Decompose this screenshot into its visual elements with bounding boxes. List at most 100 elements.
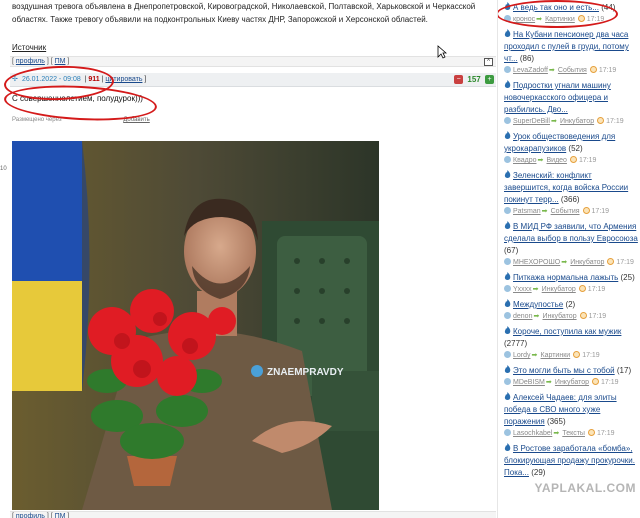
- news-title[interactable]: На Кубани пенсионер два часа проходил с …: [504, 29, 638, 65]
- news-title[interactable]: Зеленский: конфликт завершится, когда во…: [504, 170, 638, 206]
- news-title[interactable]: Алексей Чадаев: для элиты победа в СВО м…: [504, 392, 638, 428]
- news-time: 17:19: [601, 379, 619, 386]
- news-user[interactable]: Yxxxx: [513, 286, 532, 293]
- news-user[interactable]: Lordy: [513, 352, 531, 359]
- fire-icon: [504, 326, 511, 334]
- minus-icon[interactable]: −: [454, 75, 464, 85]
- news-category[interactable]: События: [558, 67, 587, 74]
- arrow-right-icon: ➡: [561, 259, 568, 266]
- site-watermark: YAPLAKAL.COM: [534, 481, 636, 495]
- news-title-text[interactable]: Это могли быть мы с тобой: [513, 366, 615, 375]
- news-time: 17:19: [591, 208, 610, 215]
- news-user[interactable]: LevaZadoff: [513, 67, 548, 74]
- news-count: (17): [616, 366, 632, 375]
- news-user[interactable]: Квадро: [513, 157, 536, 164]
- news-title-text[interactable]: Междупостье: [513, 300, 563, 309]
- news-meta: МНЕХОРОШО➡ Инкубатор 17:19: [504, 257, 638, 268]
- meta-prefix: Размещено через: [12, 117, 62, 123]
- news-title[interactable]: Подростки угнали машину новочеркасского …: [504, 80, 638, 116]
- news-title[interactable]: В МИД РФ заявили, что Армения сделала вы…: [504, 221, 638, 257]
- news-title[interactable]: А ведь так оно и есть... (44): [504, 2, 638, 14]
- news-category[interactable]: Инкубатор: [542, 313, 576, 320]
- news-title[interactable]: Урок обществоведения для укрокарапузиков…: [504, 131, 638, 155]
- sidebar-news-item[interactable]: Подростки угнали машину новочеркасского …: [498, 78, 640, 129]
- comment-number[interactable]: 911: [88, 76, 99, 83]
- arrow-right-icon: ➡: [531, 352, 538, 359]
- news-title-text[interactable]: Урок обществоведения для укрокарапузиков: [504, 132, 615, 153]
- clock-icon: [569, 156, 577, 163]
- news-time: 17:19: [588, 313, 607, 320]
- news-title[interactable]: Междупостье (2): [504, 299, 638, 311]
- sidebar-news-item[interactable]: В Ростове заработала «бомба», блокирующа…: [498, 441, 640, 481]
- avatar-icon: [504, 378, 511, 385]
- news-title-text[interactable]: Подростки угнали машину новочеркасского …: [504, 81, 611, 114]
- sidebar-news-item[interactable]: На Кубани пенсионер два часа проходил с …: [498, 27, 640, 78]
- sidebar-news-item[interactable]: Алексей Чадаев: для элиты победа в СВО м…: [498, 390, 640, 441]
- sidebar-news-item[interactable]: Это могли быть мы с тобой (17) MDeBISM➡ Ин…: [498, 363, 640, 390]
- side-number: 10: [0, 166, 7, 172]
- news-category[interactable]: Картинки: [541, 352, 571, 359]
- sidebar-news-item[interactable]: В МИД РФ заявили, что Армения сделала вы…: [498, 219, 640, 270]
- news-count: (2777): [504, 339, 528, 348]
- news-category[interactable]: Видео: [546, 157, 566, 164]
- news-user[interactable]: denon: [513, 313, 532, 320]
- sidebar-news-item[interactable]: Зеленский: конфликт завершится, когда во…: [498, 168, 640, 219]
- news-title-text[interactable]: Короче, поступила как мужик: [513, 327, 621, 336]
- news-title[interactable]: Питкажа нормальна лажыть (25): [504, 272, 638, 284]
- news-title[interactable]: В Ростове заработала «бомба», блокирующа…: [504, 443, 638, 479]
- news-time: 17:19: [606, 118, 624, 125]
- pm-link[interactable]: ПМ: [55, 58, 66, 65]
- news-title-text[interactable]: В МИД РФ заявили, что Армения сделала вы…: [504, 222, 638, 243]
- profile-link-2[interactable]: профиль: [16, 513, 45, 518]
- add-link[interactable]: Добавить: [123, 117, 150, 123]
- news-meta: Квадро➡ Видео 17:19: [504, 155, 638, 166]
- avatar-icon: [504, 117, 511, 124]
- news-count: (86): [519, 54, 535, 63]
- scroll-up-button[interactable]: ^: [484, 58, 493, 66]
- clock-icon: [579, 312, 587, 319]
- news-title[interactable]: Это могли быть мы с тобой (17): [504, 365, 638, 377]
- clock-icon: [582, 207, 590, 214]
- news-user[interactable]: Patsman: [513, 208, 541, 215]
- news-category[interactable]: Инкубатор: [560, 118, 594, 125]
- news-user[interactable]: SuperDeBill: [513, 118, 550, 125]
- news-user[interactable]: MDeBISM: [513, 379, 545, 386]
- sidebar-news-item[interactable]: Питкажа нормальна лажыть (25) Yxxxx➡ Инкуб…: [498, 270, 640, 297]
- news-category[interactable]: Инкубатор: [570, 259, 604, 266]
- news-category[interactable]: Тексты: [562, 430, 585, 437]
- news-list: А ведь так оно и есть... (44) кронос➡ Карт…: [498, 0, 640, 481]
- avatar-icon: [504, 258, 511, 265]
- news-user[interactable]: Lasochkabel: [513, 430, 552, 437]
- news-user[interactable]: кронос: [513, 16, 535, 23]
- news-title-text[interactable]: В Ростове заработала «бомба», блокирующа…: [504, 444, 635, 477]
- news-meta: Patsman➡ События 17:19: [504, 206, 638, 217]
- news-category[interactable]: Картинки: [545, 16, 575, 23]
- sidebar-news-item[interactable]: Междупостье (2) denon➡ Инкубатор 17:19: [498, 297, 640, 324]
- news-user[interactable]: МНЕХОРОШО: [513, 259, 560, 266]
- news-title[interactable]: Короче, поступила как мужик (2777): [504, 326, 638, 350]
- fire-icon: [504, 299, 511, 307]
- comment-photo: ZNAEMPRAVDY: [12, 141, 379, 510]
- sidebar-news-item[interactable]: А ведь так оно и есть... (44) кронос➡ Карт…: [498, 0, 640, 27]
- sidebar-news-item[interactable]: Урок обществоведения для укрокарапузиков…: [498, 129, 640, 168]
- avatar-icon: [504, 429, 511, 436]
- fire-icon: [504, 221, 511, 229]
- news-category[interactable]: Инкубатор: [555, 379, 589, 386]
- news-time: 17:19: [587, 286, 606, 293]
- comment-rating: − 157 +: [454, 73, 494, 87]
- quote-link[interactable]: цитировать: [105, 76, 142, 83]
- pin-icon[interactable]: ✢: [12, 73, 20, 87]
- pm-link-2[interactable]: ПМ: [55, 513, 66, 518]
- arrow-right-icon: ➡: [532, 286, 539, 293]
- plus-icon[interactable]: +: [485, 75, 494, 85]
- sidebar-news-item[interactable]: Короче, поступила как мужик (2777) Lordy➡…: [498, 324, 640, 363]
- news-category[interactable]: Инкубатор: [542, 286, 576, 293]
- news-title-text[interactable]: А ведь так оно и есть...: [513, 3, 599, 12]
- news-count: (2): [565, 300, 576, 309]
- news-category[interactable]: События: [551, 208, 580, 215]
- news-title-text[interactable]: Питкажа нормальна лажыть: [513, 273, 618, 282]
- avatar-icon: [504, 66, 511, 73]
- profile-link[interactable]: профиль: [16, 58, 45, 65]
- source-link[interactable]: Источник: [12, 43, 46, 52]
- fire-icon: [504, 272, 511, 280]
